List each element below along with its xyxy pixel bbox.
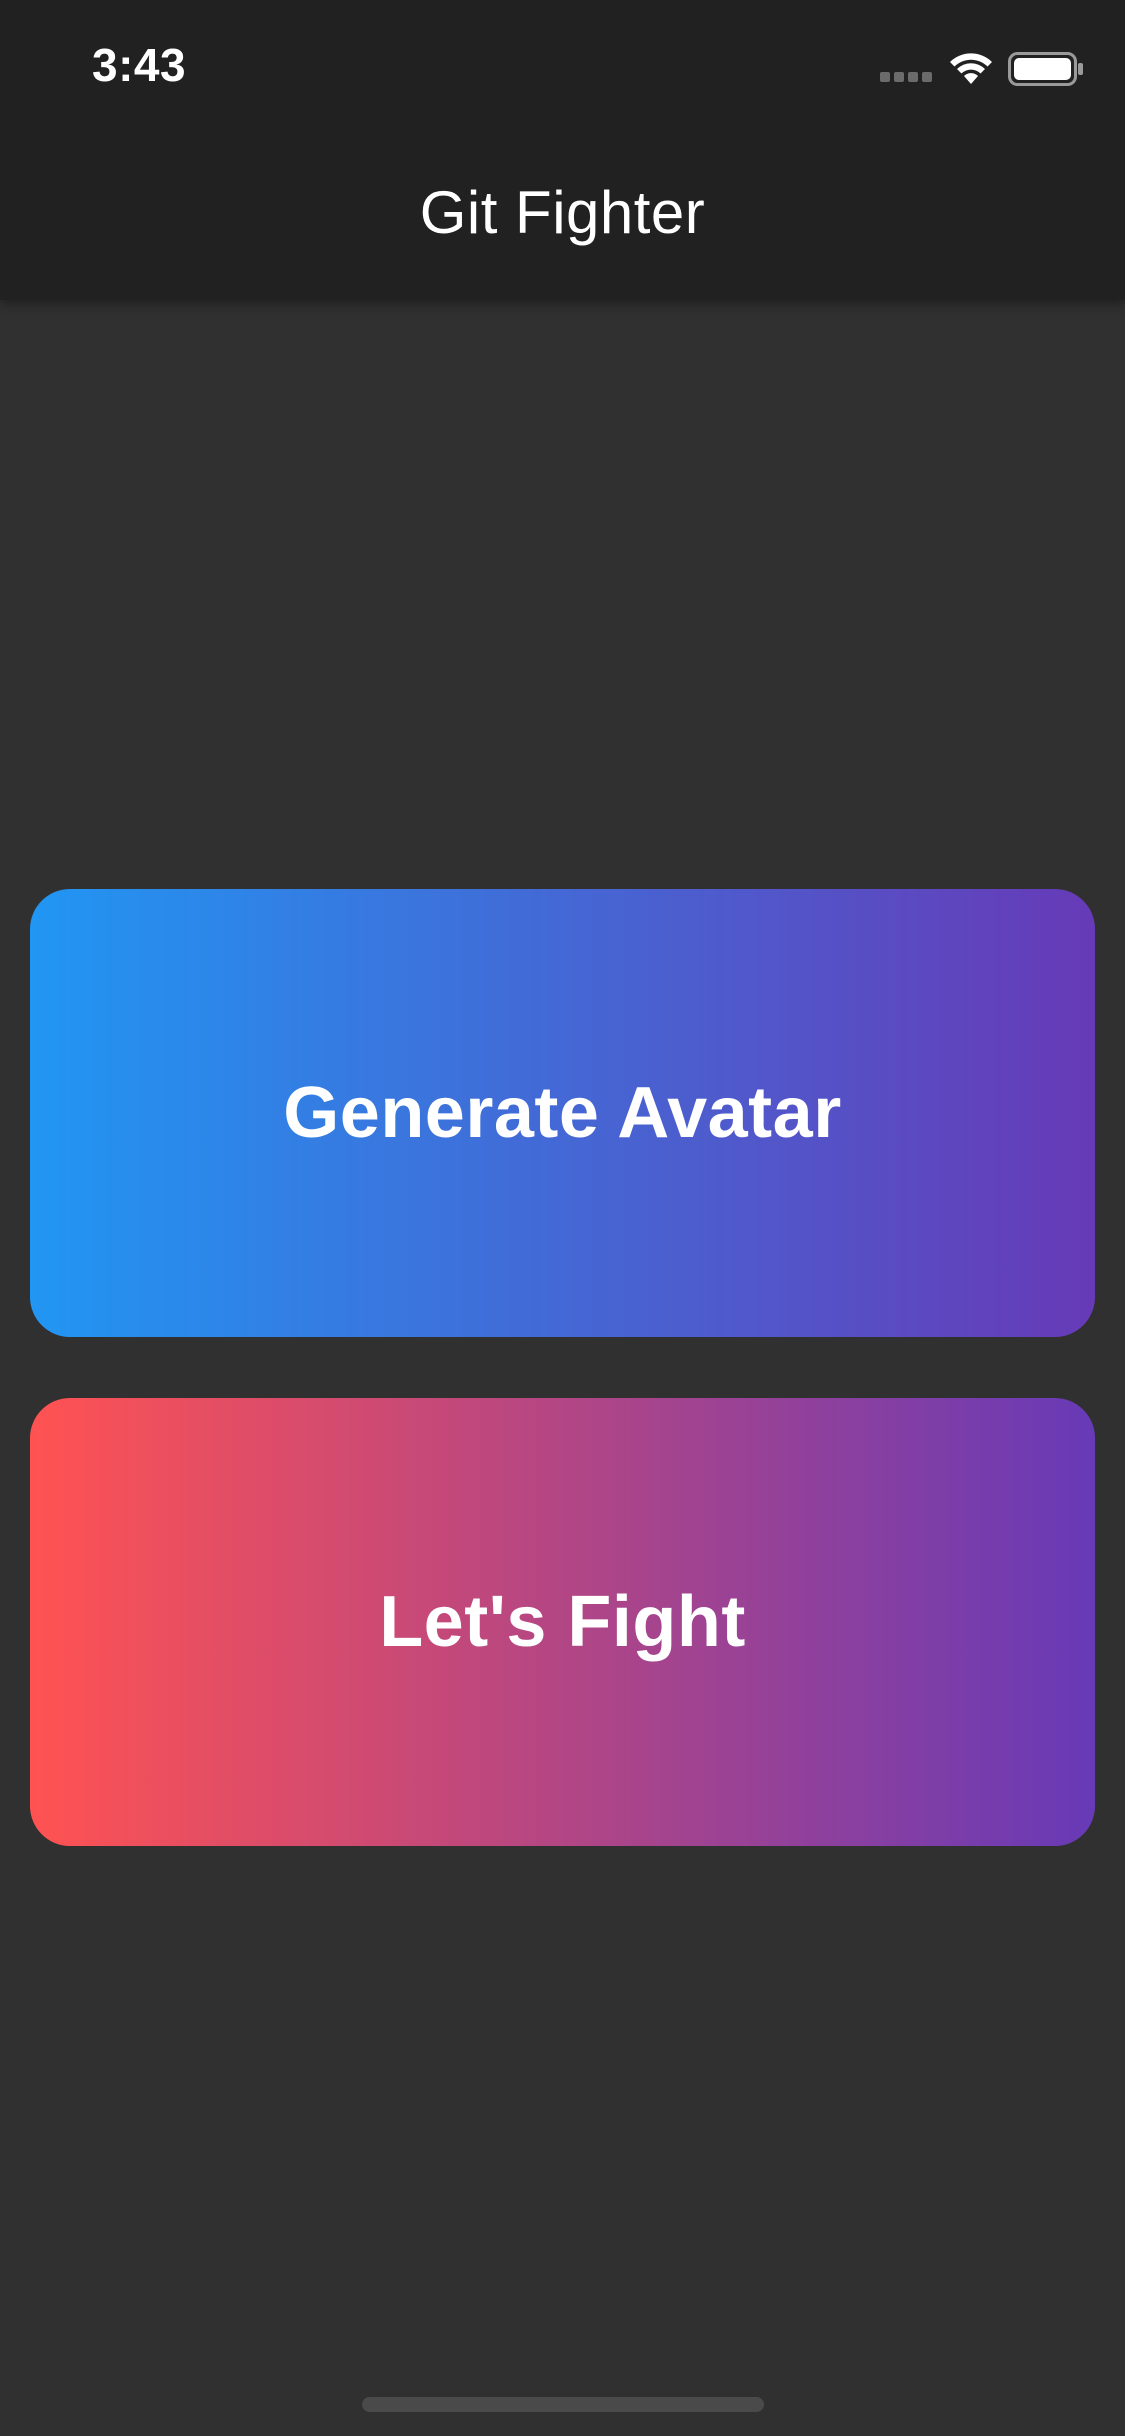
home-indicator[interactable] [362,2397,764,2412]
generate-avatar-label: Generate Avatar [283,1073,842,1153]
wifi-icon [950,53,992,84]
app-bar: 3:43 Git Fighter [0,0,1125,300]
status-bar: 3:43 [0,0,1125,132]
status-time: 3:43 [92,39,187,91]
lets-fight-button[interactable]: Let's Fight [30,1398,1095,1846]
app-title: Git Fighter [419,179,706,246]
battery-icon [1008,52,1083,86]
cellular-signal-icon [880,72,934,84]
generate-avatar-button[interactable]: Generate Avatar [30,889,1095,1337]
app-screen: 3:43 Git Fighter Generate Avatar Let's F… [0,0,1125,2436]
lets-fight-label: Let's Fight [379,1582,746,1662]
